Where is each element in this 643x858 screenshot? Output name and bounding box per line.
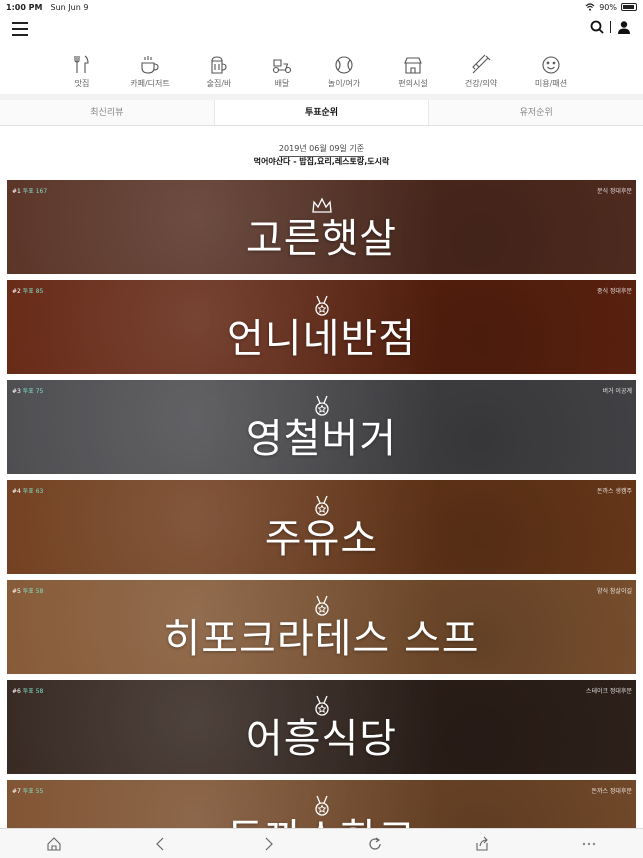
card-category: 중식 정대후문: [596, 288, 632, 295]
ranking-card[interactable]: #2 투표 85 중식 정대후문언니네반점: [7, 280, 636, 374]
ranking-card[interactable]: #4 투표 63 돈까스 생캠주주유소: [7, 480, 636, 574]
ranking-date: 2019년 06월 09일 기준: [278, 143, 365, 157]
category-label: 맛집: [74, 79, 90, 88]
beer-mug-icon: [211, 56, 227, 74]
rank-label: #7 투표 55: [12, 788, 44, 795]
tab-0[interactable]: 최신리뷰: [0, 100, 215, 125]
ranking-card[interactable]: #3 투표 75 버거 이공계영철버거: [7, 380, 636, 474]
status-bar: 1:00 PM Sun Jun 9 90%: [0, 0, 643, 14]
category-syringe[interactable]: 건강/의약: [445, 54, 517, 89]
category-utensils[interactable]: 맛집: [46, 54, 118, 89]
category-label: 술집/바: [206, 79, 232, 88]
back-arrow-icon[interactable]: [153, 836, 169, 852]
category-smile-face[interactable]: 미용/패션: [515, 54, 587, 89]
store-icon: [404, 57, 422, 74]
status-date: Sun Jun 9: [50, 2, 89, 12]
ranking-card[interactable]: #1 투표 167 분식 정대후문고른햇살: [7, 180, 636, 274]
rank-number: 4: [17, 488, 21, 495]
wifi-icon: [585, 3, 595, 11]
top-bar: [0, 14, 643, 44]
rank-label: #6 투표 58: [12, 688, 44, 695]
ranking-card[interactable]: #6 투표 58 스테이크 정대후문어흥식당: [7, 680, 636, 774]
rank-label: #4 투표 63: [12, 488, 44, 495]
vote-count: 투표 167: [22, 188, 48, 195]
rank-number: 1: [17, 188, 21, 195]
bottom-toolbar: [0, 828, 643, 858]
rank-label: #2 투표 85: [12, 288, 44, 295]
vote-count: 투표 63: [22, 488, 44, 495]
home-icon[interactable]: [46, 836, 62, 852]
vote-count: 투표 75: [22, 388, 44, 395]
vote-count: 투표 58: [22, 588, 44, 595]
restaurant-name: 어흥식당: [245, 716, 398, 762]
card-category: 버거 이공계: [602, 388, 632, 395]
battery-percent: 90%: [599, 2, 617, 12]
battery-fill: [623, 5, 634, 9]
tab-1[interactable]: 투표순위: [214, 100, 430, 125]
card-category: 돈까스 정대후문: [591, 788, 632, 795]
category-label: 카페/디저트: [130, 79, 170, 88]
category-label: 편의시설: [398, 79, 428, 88]
user-icon[interactable]: [617, 20, 631, 34]
ranking-tabs: 최신리뷰 투표순위 유저순위: [0, 100, 643, 126]
restaurant-name: 영철버거: [245, 416, 398, 462]
search-icon[interactable]: [590, 20, 604, 34]
delivery-scooter-icon: [272, 59, 292, 74]
rank-number: 2: [17, 288, 21, 295]
rank-label: #3 투표 75: [12, 388, 44, 395]
restaurant-name: 히포크라테스 스프: [163, 616, 480, 662]
restaurant-name: 고른햇살: [245, 216, 398, 262]
rank-number: 6: [17, 688, 21, 695]
card-category: 돈까스 생캠주: [596, 488, 632, 495]
vote-count: 투표 85: [22, 288, 44, 295]
share-icon[interactable]: [474, 836, 490, 852]
category-beer-mug[interactable]: 술집/바: [183, 54, 255, 89]
category-label: 건강/의약: [464, 79, 498, 88]
category-ball[interactable]: 놀이/여가: [308, 54, 380, 89]
ball-icon: [335, 56, 353, 74]
rank-label: #5 투표 58: [12, 588, 44, 595]
category-label: 미용/패션: [534, 79, 568, 88]
status-right: 90%: [585, 3, 637, 12]
rank-label: #1 투표 167: [12, 188, 48, 195]
ranking-date-line: 2019년 06월 09일 기준: [0, 136, 643, 157]
syringe-icon: [472, 54, 491, 74]
restaurant-name: 언니네반점: [227, 316, 416, 362]
top-right-actions: [590, 20, 631, 34]
card-category: 스테이크 정대후문: [585, 688, 632, 695]
vote-count: 투표 55: [22, 788, 44, 795]
forward-arrow-icon[interactable]: [260, 836, 276, 852]
ranking-subtitle: 먹어야산다 - 밥집,요리,레스토랑,도시락: [253, 157, 390, 166]
battery-icon: [621, 3, 637, 11]
category-bar: 맛집 카페/디저트 술집/바 배달 놀이/여가 편의시설 건강/의약 미용/패션: [0, 54, 643, 94]
tab-2[interactable]: 유저순위: [429, 100, 643, 125]
category-label: 놀이/여가: [327, 79, 361, 88]
category-store[interactable]: 편의시설: [377, 54, 449, 89]
coffee-cup-icon: [141, 56, 159, 74]
rank-number: 7: [17, 788, 21, 795]
reload-icon[interactable]: [367, 836, 383, 852]
smile-face-icon: [542, 56, 560, 74]
card-category: 분식 정대후문: [596, 188, 632, 195]
utensils-icon: [74, 55, 89, 73]
rank-number: 3: [17, 388, 21, 395]
rank-number: 5: [17, 588, 21, 595]
category-coffee-cup[interactable]: 카페/디저트: [114, 54, 186, 89]
hamburger-menu-icon[interactable]: [12, 22, 28, 36]
more-dots-icon[interactable]: [581, 836, 597, 852]
vote-count: 투표 58: [22, 688, 44, 695]
restaurant-name: 주유소: [264, 516, 379, 562]
divider: [610, 21, 611, 33]
status-time: 1:00 PM: [6, 2, 43, 12]
ranking-card[interactable]: #5 투표 58 양식 참살이길히포크라테스 스프: [7, 580, 636, 674]
card-category: 양식 참살이길: [596, 588, 632, 595]
